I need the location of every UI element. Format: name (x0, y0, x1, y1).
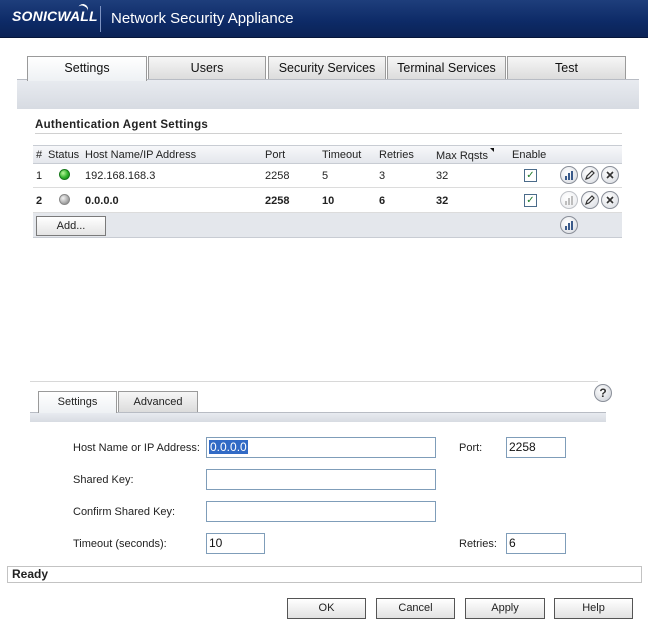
row-max-rqsts: 32 (436, 195, 449, 207)
port-input[interactable]: 2258 (506, 437, 566, 458)
enable-checkbox[interactable]: ✓ (524, 169, 537, 182)
retries-input[interactable]: 6 (506, 533, 566, 554)
table-row[interactable]: 2 0.0.0.0 2258 10 6 32 ✓ (33, 189, 622, 213)
section-divider (35, 133, 622, 134)
retries-label: Retries: (459, 538, 497, 550)
table-row[interactable]: 1 192.168.168.3 2258 5 3 32 ✓ (33, 164, 622, 188)
shared-key-label: Shared Key: (73, 474, 134, 486)
col-host[interactable]: Host Name/IP Address (85, 149, 196, 161)
status-green-icon (59, 169, 70, 180)
shared-key-input[interactable] (206, 469, 436, 490)
confirm-key-label: Confirm Shared Key: (73, 506, 176, 518)
edit-icon[interactable] (581, 191, 599, 209)
app-title: Network Security Appliance (111, 10, 294, 27)
delete-icon[interactable] (601, 191, 619, 209)
apply-button[interactable]: Apply (465, 598, 545, 619)
statistics-icon[interactable] (560, 216, 578, 234)
host-value: 0.0.0.0 (209, 440, 248, 454)
row-max-rqsts: 32 (436, 170, 449, 182)
row-port: 2258 (265, 195, 290, 207)
subtab-advanced[interactable]: Advanced (118, 391, 198, 412)
row-host: 192.168.168.3 (85, 170, 156, 182)
status-bar: Ready (7, 566, 642, 583)
enable-checkbox[interactable]: ✓ (524, 194, 537, 207)
col-status[interactable]: Status (48, 149, 79, 161)
row-port: 2258 (265, 170, 290, 182)
sub-tab-strip (30, 412, 606, 422)
row-timeout: 10 (322, 195, 335, 207)
row-number: 2 (36, 195, 43, 207)
host-input[interactable]: 0.0.0.0 (206, 437, 436, 458)
col-number: # (36, 149, 43, 161)
statistics-icon[interactable] (560, 166, 578, 184)
help-icon[interactable]: ? (594, 384, 612, 402)
row-host: 0.0.0.0 (85, 195, 119, 207)
port-label: Port: (459, 442, 483, 454)
confirm-key-input[interactable] (206, 501, 436, 522)
table-footer: Add... (33, 213, 622, 238)
status-grey-icon (59, 194, 70, 205)
tab-settings[interactable]: Settings (27, 56, 147, 81)
host-label: Host Name or IP Address: (73, 442, 200, 454)
tab-terminal-services[interactable]: Terminal Services (387, 56, 506, 79)
subtab-settings[interactable]: Settings (38, 391, 117, 413)
col-retries[interactable]: Retries (379, 149, 414, 161)
timeout-label: Timeout (seconds): (73, 538, 167, 550)
col-enable[interactable]: Enable (512, 149, 546, 161)
table-header: # Status Host Name/IP Address Port Timeo… (33, 145, 622, 164)
row-timeout: 5 (322, 170, 329, 182)
row-number: 1 (36, 170, 43, 182)
cancel-button[interactable]: Cancel (376, 598, 455, 619)
col-timeout[interactable]: Timeout (322, 149, 361, 161)
ok-button[interactable]: OK (287, 598, 366, 619)
statistics-icon (560, 191, 578, 209)
panel-divider (30, 381, 598, 382)
header-divider (100, 6, 101, 32)
sort-indicator-icon (490, 148, 494, 152)
edit-icon[interactable] (581, 166, 599, 184)
row-retries: 3 (379, 170, 386, 182)
add-button[interactable]: Add... (36, 216, 106, 236)
col-max-rqsts[interactable]: Max Rqsts (436, 150, 488, 162)
tab-test[interactable]: Test (507, 56, 626, 79)
tab-users[interactable]: Users (148, 56, 266, 79)
delete-icon[interactable] (601, 166, 619, 184)
section-title: Authentication Agent Settings (35, 119, 209, 131)
help-button[interactable]: Help (554, 598, 633, 619)
app-header: SONICWALL Network Security Appliance (0, 0, 648, 38)
tab-strip (17, 79, 639, 109)
tab-security-services[interactable]: Security Services (268, 56, 386, 79)
col-port[interactable]: Port (265, 149, 285, 161)
timeout-input[interactable]: 10 (206, 533, 265, 554)
row-retries: 6 (379, 195, 386, 207)
